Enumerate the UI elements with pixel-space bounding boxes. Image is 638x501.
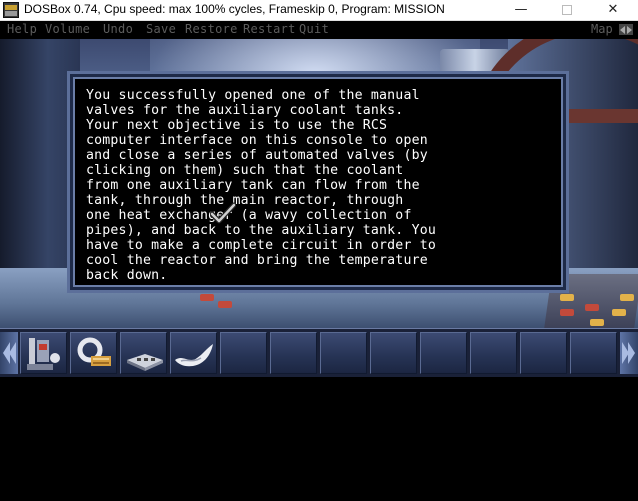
menu-save[interactable]: Save [146, 22, 176, 36]
window-title: DOSBox 0.74, Cpu speed: max 100% cycles,… [24, 2, 445, 16]
wrench-icon [77, 337, 111, 366]
dialog-line: clicking on them) such that the coolant [86, 163, 404, 178]
inventory-slot-12[interactable] [570, 332, 617, 374]
inventory-slot-1[interactable] [20, 332, 67, 374]
minimize-button[interactable]: — [498, 0, 544, 20]
dialog-line: and close a series of automated valves (… [86, 148, 428, 163]
menu-restore[interactable]: Restore [185, 22, 238, 36]
empty-screen-area [0, 377, 638, 501]
menu-quit[interactable]: Quit [299, 22, 329, 36]
menu-restart[interactable]: Restart [243, 22, 296, 36]
maximize-button[interactable] [544, 0, 590, 20]
dosbox-app-icon [3, 2, 19, 18]
menu-help[interactable]: Help [7, 22, 37, 36]
inventory-slot-6[interactable] [270, 332, 317, 374]
menu-volume[interactable]: Volume [45, 22, 90, 36]
dialog-line: valves for the auxiliary coolant tanks. [86, 103, 404, 118]
dialog-line: tank, through the main reactor, through [86, 193, 404, 208]
game-menu-bar: Help Volume Undo Save Restore Restart Qu… [0, 21, 638, 38]
close-button[interactable]: ✕ [590, 0, 636, 20]
dialog-line: have to make a complete circuit in order… [86, 238, 437, 253]
inventory-scroll-left-icon[interactable] [0, 332, 18, 374]
console-light [218, 301, 232, 308]
rag-icon [175, 344, 213, 367]
dialog-line: computer interface on this console to op… [86, 133, 428, 148]
checkmark-cursor-icon [210, 202, 236, 224]
inventory-bar [0, 328, 638, 378]
console-light [620, 294, 634, 301]
window-titlebar: DOSBox 0.74, Cpu speed: max 100% cycles,… [0, 0, 638, 21]
inventory-slot-4[interactable] [170, 332, 217, 374]
dialog-line: back down. [86, 268, 168, 283]
keypad-device-icon [127, 354, 163, 371]
maximize-icon [562, 5, 572, 15]
console-light [585, 304, 599, 311]
dialog-line: one heat exchanger (a wavy collection of [86, 208, 412, 223]
inventory-scroll-right-icon[interactable] [620, 332, 638, 374]
dialog-line: Your next objective is to use the RCS [86, 118, 388, 133]
message-dialog[interactable]: You successfully opened one of the manua… [67, 71, 569, 293]
inventory-slot-10[interactable] [470, 332, 517, 374]
menu-map[interactable]: Map [591, 22, 613, 36]
inventory-slot-5[interactable] [220, 332, 267, 374]
inventory-slot-3[interactable] [120, 332, 167, 374]
inventory-slot-2[interactable] [70, 332, 117, 374]
menu-undo[interactable]: Undo [103, 22, 133, 36]
dialog-line: pipes), and back to the auxiliary tank. … [86, 223, 437, 238]
map-arrows-icon[interactable] [619, 24, 633, 35]
inventory-slot-7[interactable] [320, 332, 367, 374]
dialog-line: from one auxiliary tank can flow from th… [86, 178, 420, 193]
inventory-slot-8[interactable] [370, 332, 417, 374]
console-light [200, 294, 214, 301]
valve-tool-icon [27, 338, 60, 370]
console-light [612, 309, 626, 316]
dialog-line: cool the reactor and bring the temperatu… [86, 253, 428, 268]
dialog-message: You successfully opened one of the manua… [86, 88, 558, 283]
console-light [590, 319, 604, 326]
inventory-slot-11[interactable] [520, 332, 567, 374]
inventory-slot-9[interactable] [420, 332, 467, 374]
console-light [560, 309, 574, 316]
console-light [560, 294, 574, 301]
dialog-line: You successfully opened one of the manua… [86, 88, 420, 103]
